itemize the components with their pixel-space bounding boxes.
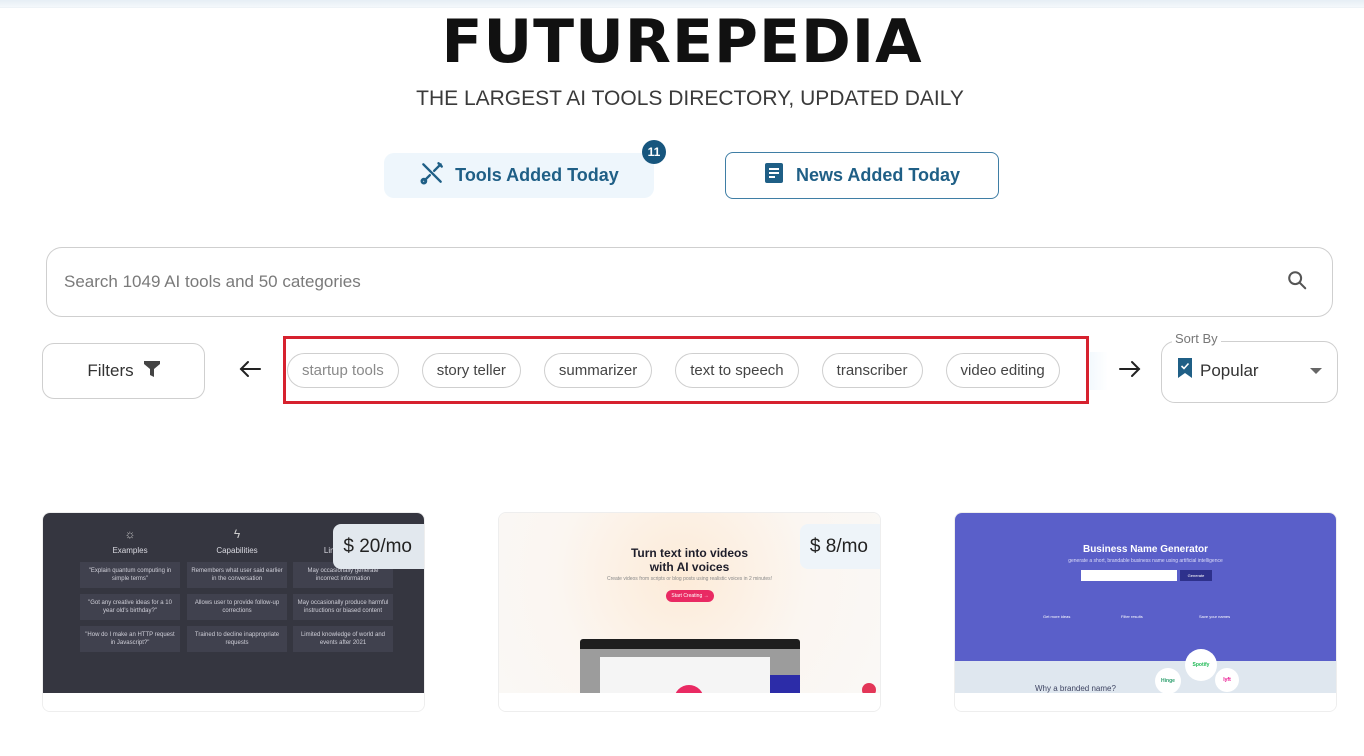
preview-cta: Start Creating → — [666, 590, 714, 602]
price-badge: $ 20/mo — [333, 524, 424, 569]
lightning-icon: ϟ — [233, 527, 241, 541]
preview-section-title: Why a branded name? — [1035, 684, 1116, 693]
preview-item: "Got any creative ideas for a 10 year ol… — [80, 594, 180, 620]
site-logo[interactable]: FUTUREPEDIA — [0, 6, 1364, 78]
sort-value-label: Popular — [1200, 360, 1259, 380]
preview-item: Limited knowledge of world and events af… — [293, 626, 393, 652]
preview-feature: Get more ideas — [1043, 614, 1071, 619]
categories-next-button[interactable] — [1116, 355, 1144, 383]
preview-headline: Business Name Generator — [1082, 544, 1209, 555]
preview-column-title: Capabilities — [216, 546, 258, 555]
categories-prev-button[interactable] — [236, 355, 264, 383]
tools-icon — [419, 160, 445, 191]
chevron-down-icon[interactable] — [1310, 368, 1322, 374]
preview-logo: lyft — [1215, 668, 1239, 692]
arrow-left-icon — [239, 361, 261, 377]
search-input[interactable] — [64, 272, 1286, 292]
preview-item: "How do I make an HTTP request in Javasc… — [80, 626, 180, 652]
search-icon[interactable] — [1286, 269, 1308, 296]
preview-input — [1081, 570, 1177, 581]
chips-scroll-fade — [1090, 352, 1108, 390]
preview-subtext: Create videos from scripts or blog posts… — [606, 576, 773, 582]
preview-subtext: generate a short, brandable business nam… — [1068, 558, 1223, 564]
tab-tools-label: Tools Added Today — [455, 165, 619, 185]
arrow-right-icon — [1119, 361, 1141, 377]
tab-news-label: News Added Today — [795, 165, 961, 185]
card-body — [955, 693, 1336, 711]
sort-value[interactable]: Popular — [1178, 358, 1259, 383]
preview-item: Allows user to provide follow-up correct… — [187, 594, 287, 620]
preview-column: ☼ Examples "Explain quantum computing in… — [80, 527, 180, 658]
tool-card[interactable]: Turn text into videos with AI voices Cre… — [498, 512, 881, 712]
preview-column: ϟ Capabilities Remembers what user said … — [187, 527, 287, 658]
preview-feature: Save your names — [1199, 614, 1231, 619]
preview-logo: Hinge — [1155, 668, 1181, 694]
preview-button: Generate — [1180, 570, 1212, 581]
bookmark-check-icon — [1178, 358, 1192, 383]
tool-card[interactable]: Business Name Generator generate a short… — [954, 512, 1337, 712]
filters-button[interactable]: Filters — [42, 343, 205, 399]
preview-logo: Spotify — [1185, 649, 1217, 681]
price-badge: $ 8/mo — [799, 524, 880, 569]
tab-news-added-today[interactable]: News Added Today — [725, 152, 999, 199]
filters-label: Filters — [87, 361, 134, 380]
card-body — [43, 693, 424, 711]
preview-item: Trained to decline inappropriate request… — [187, 626, 287, 652]
document-icon — [764, 162, 784, 189]
sort-label: Sort By — [1172, 331, 1221, 346]
tool-screenshot: Business Name Generator generate a short… — [955, 513, 1336, 694]
highlight-box — [283, 336, 1089, 404]
tool-card[interactable]: ☼ Examples "Explain quantum computing in… — [42, 512, 425, 712]
preview-app-mockup — [580, 639, 800, 711]
tab-tools-added-today[interactable]: Tools Added Today — [384, 153, 654, 198]
preview-item: May occasionally produce harmful instruc… — [293, 594, 393, 620]
preview-feature: Filter results — [1121, 614, 1143, 619]
sun-icon: ☼ — [124, 527, 136, 541]
preview-item: "Explain quantum computing in simple ter… — [80, 562, 180, 588]
new-tools-count-badge: 11 — [642, 140, 666, 164]
tagline: THE LARGEST AI TOOLS DIRECTORY, UPDATED … — [416, 87, 964, 110]
funnel-icon — [143, 360, 160, 383]
search-bar — [46, 247, 1333, 317]
preview-column-title: Examples — [112, 546, 148, 555]
card-body — [499, 693, 880, 711]
preview-item: Remembers what user said earlier in the … — [187, 562, 287, 588]
